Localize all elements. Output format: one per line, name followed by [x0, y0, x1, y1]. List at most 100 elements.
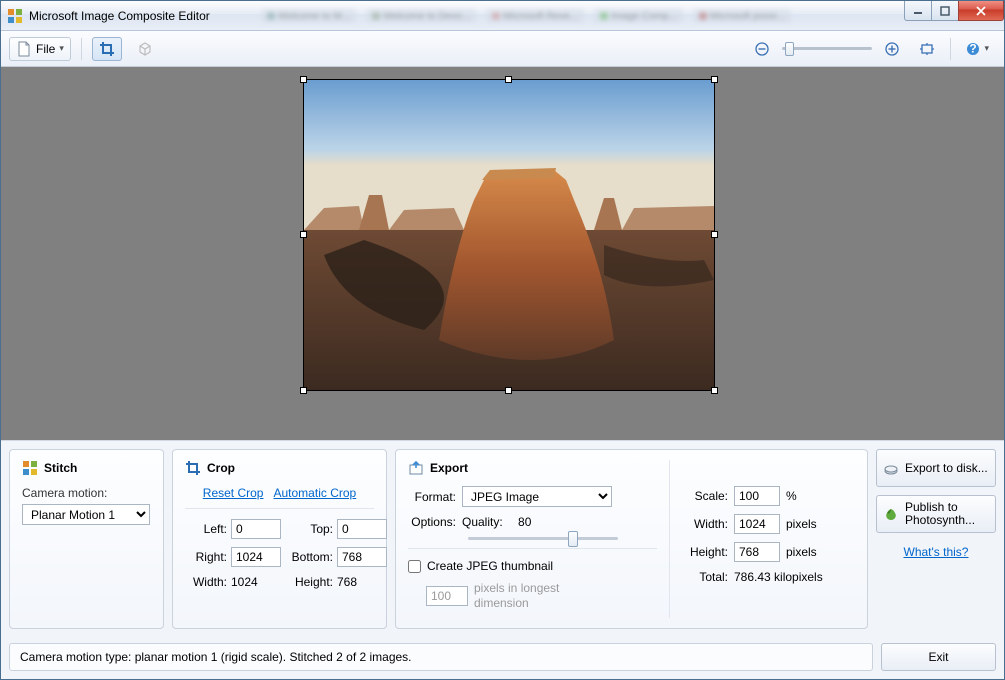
quality-value: 80	[518, 515, 531, 529]
reset-crop-link[interactable]: Reset Crop	[203, 486, 264, 500]
new-file-icon	[16, 41, 32, 57]
app-icon	[7, 8, 23, 24]
export-panel: Export Format: JPEG Image Options: Quality…	[395, 449, 868, 629]
crop-right-input[interactable]	[231, 547, 281, 567]
crop-right-label: Right:	[185, 550, 227, 564]
svg-text:?: ?	[970, 42, 977, 56]
export-to-disk-button[interactable]: Export to disk...	[876, 449, 996, 487]
quality-label: Quality:	[462, 515, 503, 529]
crop-tool-button[interactable]	[92, 37, 122, 61]
minus-circle-icon	[755, 42, 769, 56]
zoom-in-button[interactable]	[878, 37, 906, 61]
total-label: Total:	[684, 570, 728, 584]
crop-bottom-input[interactable]	[337, 547, 387, 567]
file-menu-button[interactable]: File ▾	[9, 37, 71, 61]
background-tabs-blur: Welcome to M... Welcome to Devo... Micro…	[261, 9, 791, 23]
fit-screen-icon	[919, 42, 935, 56]
handle-bot-mid[interactable]	[505, 387, 512, 394]
crop-bottom-label: Bottom:	[285, 550, 333, 564]
px-unit: pixels	[786, 517, 817, 531]
toolbar: File ▾ ?▾	[1, 31, 1004, 67]
stitch-panel: Stitch Camera motion: Planar Motion 1	[9, 449, 164, 629]
automatic-crop-link[interactable]: Automatic Crop	[274, 486, 357, 500]
handle-bot-right[interactable]	[711, 387, 718, 394]
export-width-label: Width:	[684, 517, 728, 531]
cube-icon	[137, 41, 153, 57]
crop-width-value: 1024	[231, 575, 281, 589]
handle-top-mid[interactable]	[505, 76, 512, 83]
crop-top-input[interactable]	[337, 519, 387, 539]
publish-photosynth-button[interactable]: Publish to Photosynth...	[876, 495, 996, 533]
thumb-size-label: pixels in longest dimension	[474, 581, 584, 610]
crop-left-input[interactable]	[231, 519, 281, 539]
handle-top-right[interactable]	[711, 76, 718, 83]
create-thumbnail-checkbox[interactable]	[408, 560, 421, 573]
crop-width-label: Width:	[185, 575, 227, 589]
titlebar: Microsoft Image Composite Editor Welcome…	[1, 1, 1004, 31]
format-select[interactable]: JPEG Image	[462, 486, 612, 507]
handle-bot-left[interactable]	[300, 387, 307, 394]
close-button[interactable]	[958, 1, 1004, 21]
create-thumbnail-label: Create JPEG thumbnail	[427, 559, 553, 573]
disk-icon	[883, 460, 899, 476]
crop-panel: Crop Reset Crop Automatic Crop Left: Top…	[172, 449, 387, 629]
panorama-image	[304, 80, 714, 390]
quality-slider-thumb[interactable]	[568, 531, 578, 547]
chevron-down-icon: ▾	[59, 43, 64, 54]
crop-icon	[99, 41, 115, 57]
handle-mid-right[interactable]	[711, 231, 718, 238]
help-icon: ?	[966, 42, 980, 56]
handle-top-left[interactable]	[300, 76, 307, 83]
status-text: Camera motion type: planar motion 1 (rig…	[9, 643, 873, 671]
panels-row: Stitch Camera motion: Planar Motion 1 Cr…	[1, 440, 1004, 637]
crop-selection[interactable]	[303, 79, 715, 391]
export-heading: Export	[430, 461, 468, 475]
crop-icon	[185, 460, 201, 476]
export-to-disk-label: Export to disk...	[905, 462, 988, 475]
export-icon	[408, 460, 424, 476]
maximize-button[interactable]	[931, 1, 959, 21]
3d-view-button[interactable]	[130, 37, 160, 61]
scale-label: Scale:	[684, 489, 728, 503]
zoom-slider[interactable]	[782, 47, 872, 50]
scale-unit: %	[786, 489, 797, 503]
crop-heading: Crop	[207, 461, 235, 475]
handle-mid-left[interactable]	[300, 231, 307, 238]
exit-button[interactable]: Exit	[881, 643, 996, 671]
total-value: 786.43 kilopixels	[734, 570, 823, 584]
zoom-out-button[interactable]	[748, 37, 776, 61]
scale-input[interactable]	[734, 486, 780, 506]
crop-top-label: Top:	[285, 522, 333, 536]
fit-screen-button[interactable]	[912, 37, 942, 61]
side-buttons: Export to disk... Publish to Photosynth.…	[876, 449, 996, 629]
thumb-size-input	[426, 586, 468, 606]
options-label: Options:	[408, 515, 456, 529]
file-menu-label: File	[36, 42, 55, 56]
crop-left-label: Left:	[185, 522, 227, 536]
export-height-label: Height:	[684, 545, 728, 559]
help-button[interactable]: ?▾	[959, 37, 996, 61]
app-title: Microsoft Image Composite Editor	[29, 9, 210, 23]
format-label: Format:	[408, 490, 456, 504]
export-width-input[interactable]	[734, 514, 780, 534]
whats-this-link[interactable]: What's this?	[904, 545, 969, 559]
camera-motion-select[interactable]: Planar Motion 1	[22, 504, 150, 525]
stitch-heading: Stitch	[44, 461, 77, 475]
separator	[81, 38, 82, 60]
plus-circle-icon	[885, 42, 899, 56]
px-unit: pixels	[786, 545, 817, 559]
crop-height-value: 768	[337, 575, 387, 589]
minimize-button[interactable]	[904, 1, 932, 21]
divider	[185, 508, 374, 509]
publish-photosynth-label: Publish to Photosynth...	[905, 501, 989, 527]
zoom-slider-thumb[interactable]	[785, 42, 794, 56]
export-height-input[interactable]	[734, 542, 780, 562]
statusbar: Camera motion type: planar motion 1 (rig…	[1, 637, 1004, 679]
quality-slider[interactable]	[468, 537, 618, 540]
chevron-down-icon: ▾	[984, 43, 989, 54]
stitch-icon	[22, 460, 38, 476]
app-window: Microsoft Image Composite Editor Welcome…	[0, 0, 1005, 680]
canvas[interactable]	[1, 67, 1004, 440]
separator	[950, 38, 951, 60]
camera-motion-label: Camera motion:	[22, 486, 151, 500]
